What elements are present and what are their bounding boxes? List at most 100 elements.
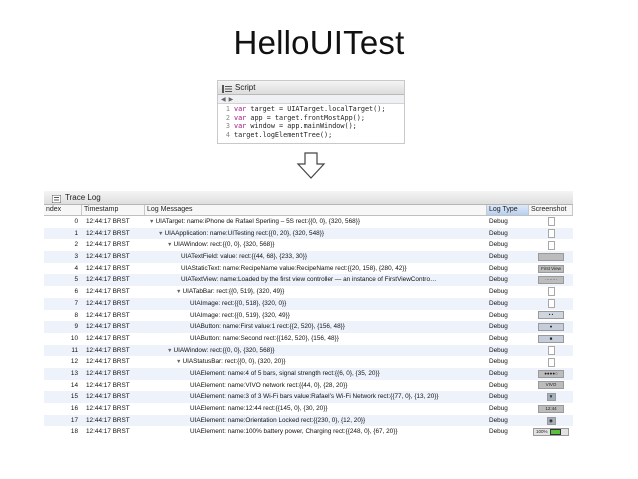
table-row[interactable]: 9 12:44:17 BRST UIAButton: name:First valu… (44, 321, 573, 333)
thumbnail-label: ■ (549, 335, 553, 341)
code-text: var app = target.frontMostApp(); (234, 114, 365, 123)
disclosure-triangle-icon[interactable]: ▼ (167, 242, 172, 248)
disclosure-triangle-icon[interactable]: ▼ (176, 289, 181, 295)
row-log-message: ▼UIAStatusBar: rect:{{0, 0}, {320, 20}} (145, 356, 487, 368)
row-index: 5 (74, 276, 78, 284)
thumbnail-label: 12:44 (545, 405, 557, 411)
row-screenshot[interactable]: 100% (529, 426, 573, 438)
table-row[interactable]: 1 12:44:17 BRST ▼UIAApplication: name:UITe… (44, 227, 573, 240)
table-row[interactable]: 12 12:44:17 BRST ▼UIAStatusBar: rect:{{0, … (44, 356, 573, 368)
screenshot-thumbnail[interactable]: 12:44 (538, 404, 564, 413)
row-screenshot[interactable]: VIVO (529, 380, 573, 392)
table-row[interactable]: 10 12:44:17 BRST UIAButton: name:Second re… (44, 333, 573, 345)
row-timestamp: 12:44:17 BRST (86, 264, 130, 272)
screenshot-thumbnail[interactable] (538, 252, 564, 261)
row-screenshot[interactable]: ········ (529, 274, 573, 286)
row-screenshot[interactable] (529, 286, 573, 298)
script-panel: Script ◀ ▶ 1 var target = UIATarget.local… (217, 80, 405, 144)
back-arrow-icon[interactable]: ◀ (221, 96, 226, 103)
row-index: 14 (70, 381, 78, 389)
screenshot-thumbnail[interactable]: ◉ (546, 416, 556, 425)
table-row[interactable]: 6 12:44:17 BRST ▼UIATabBar: rect:{{0, 519}… (44, 286, 573, 298)
table-row[interactable]: 2 12:44:17 BRST ▼UIAWindow: rect:{{0, 0}, … (44, 239, 573, 251)
screenshot-thumbnail[interactable] (547, 357, 555, 367)
column-header-log-messages[interactable]: Log Messages (145, 205, 487, 215)
column-header-log-type[interactable]: Log Type (487, 205, 529, 215)
row-index: 8 (74, 311, 78, 319)
table-row[interactable]: 11 12:44:17 BRST ▼UIAWindow: rect:{{0, 0},… (44, 344, 573, 357)
thumbnail-label: • • (548, 312, 554, 318)
screenshot-thumbnail[interactable] (547, 240, 555, 250)
row-screenshot[interactable] (529, 251, 573, 263)
script-list-icon (222, 84, 232, 93)
trace-log-rows: 0 12:44:17 BRST ▼UIATarget: name:iPhone de… (44, 216, 573, 438)
row-screenshot[interactable]: ■ (529, 333, 573, 345)
screenshot-thumbnail[interactable]: ●●●●○ (538, 369, 564, 378)
message-text: UIAImage: rect:{{0, 518}, {320, 0}} (190, 299, 287, 307)
message-text: UIATextView: name:Loaded by the first vi… (181, 276, 437, 284)
row-log-message: UIAStaticText: name:RecipeName value:Rec… (145, 263, 487, 275)
row-screenshot[interactable] (529, 216, 573, 228)
row-screenshot[interactable]: • • (529, 310, 573, 322)
table-row[interactable]: 8 12:44:17 BRST UIAImage: rect:{{0, 519}, … (44, 310, 573, 322)
table-row[interactable]: 0 12:44:17 BRST ▼UIATarget: name:iPhone de… (44, 216, 573, 228)
row-screenshot[interactable]: ▼ (529, 391, 573, 403)
screenshot-thumbnail[interactable] (547, 287, 555, 297)
table-row[interactable]: 5 12:44:17 BRST UIATextView: name:Loaded b… (44, 274, 573, 287)
table-row[interactable]: 13 12:44:17 BRST UIAElement: name:4 of 5 b… (44, 367, 573, 380)
row-screenshot[interactable]: ● (529, 321, 573, 333)
table-row[interactable]: 7 12:44:17 BRST UIAImage: rect:{{0, 518}, … (44, 297, 573, 310)
row-screenshot[interactable] (529, 356, 573, 368)
line-number: 1 (225, 105, 230, 113)
slide-title: HelloUITest (233, 24, 405, 61)
table-row[interactable]: 16 12:44:17 BRST UIAElement: name:12:44 re… (44, 403, 573, 415)
forward-arrow-icon[interactable]: ▶ (229, 96, 234, 103)
row-screenshot[interactable]: ◉ (529, 415, 573, 427)
code-keyword: var (234, 105, 247, 113)
disclosure-triangle-icon[interactable]: ▼ (149, 219, 154, 225)
row-screenshot[interactable]: ●●●●○ (529, 368, 573, 380)
screenshot-thumbnail[interactable]: ● (538, 323, 564, 332)
row-index: 15 (70, 393, 78, 401)
disclosure-triangle-icon[interactable]: ▼ (167, 348, 172, 354)
row-screenshot[interactable]: 12:44 (529, 403, 573, 415)
table-row[interactable]: 18 12:44:17 BRST UIAElement: name:100% bat… (44, 426, 573, 438)
screenshot-thumbnail[interactable] (547, 217, 555, 227)
row-screenshot[interactable] (529, 345, 573, 357)
table-row[interactable]: 3 12:44:17 BRST UIATextField: value: rect:… (44, 251, 573, 263)
screenshot-thumbnail[interactable]: 100% (533, 428, 569, 437)
row-screenshot[interactable] (529, 228, 573, 240)
disclosure-triangle-icon[interactable]: ▼ (176, 359, 181, 365)
code-line: 3 var window = app.mainWindow(); (218, 122, 404, 131)
row-log-message: UIAElement: name:4 of 5 bars, signal str… (145, 368, 487, 380)
script-panel-title: Script (235, 83, 256, 92)
table-row[interactable]: 14 12:44:17 BRST UIAElement: name:VIVO net… (44, 380, 573, 392)
row-screenshot[interactable] (529, 298, 573, 310)
table-row[interactable]: 15 12:44:17 BRST UIAElement: name:3 of 3 W… (44, 391, 573, 403)
script-editor[interactable]: 1 var target = UIATarget.localTarget(); 2 v… (218, 104, 404, 139)
column-header-timestamp[interactable]: Timestamp (82, 205, 145, 215)
row-index: 3 (74, 253, 78, 261)
row-timestamp: 12:44:17 BRST (86, 334, 130, 342)
screenshot-thumbnail[interactable] (547, 345, 555, 355)
column-header-screenshot[interactable]: Screenshot (529, 205, 573, 215)
row-screenshot[interactable] (529, 239, 573, 251)
battery-label: 100% (536, 429, 548, 435)
row-timestamp: 12:44:17 BRST (86, 288, 130, 296)
screenshot-thumbnail[interactable] (547, 299, 555, 309)
column-header-index[interactable]: ndex (44, 205, 82, 215)
row-screenshot[interactable]: First View (529, 263, 573, 275)
disclosure-triangle-icon[interactable]: ▼ (158, 231, 163, 237)
row-index: 17 (70, 416, 78, 424)
screenshot-thumbnail[interactable]: • • (538, 311, 564, 320)
screenshot-thumbnail[interactable]: VIVO (538, 381, 564, 390)
table-row[interactable]: 17 12:44:17 BRST UIAElement: name:Orientat… (44, 414, 573, 427)
row-log-type: Debug (489, 346, 508, 354)
screenshot-thumbnail[interactable] (547, 229, 555, 239)
screenshot-thumbnail[interactable]: ▼ (546, 393, 556, 402)
screenshot-thumbnail[interactable]: ········ (538, 276, 564, 285)
screenshot-thumbnail[interactable]: ■ (538, 334, 564, 343)
table-row[interactable]: 4 12:44:17 BRST UIAStaticText: name:Recipe… (44, 263, 573, 275)
screenshot-thumbnail[interactable]: First View (538, 264, 564, 273)
row-log-message: ▼UIATabBar: rect:{{0, 519}, {320, 49}} (145, 286, 487, 298)
